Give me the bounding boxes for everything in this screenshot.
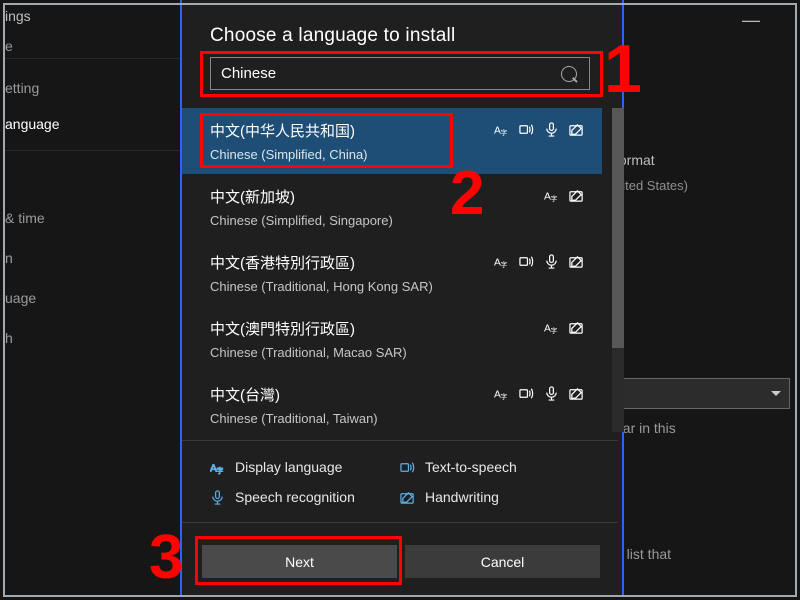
outer-frame bbox=[3, 3, 797, 597]
